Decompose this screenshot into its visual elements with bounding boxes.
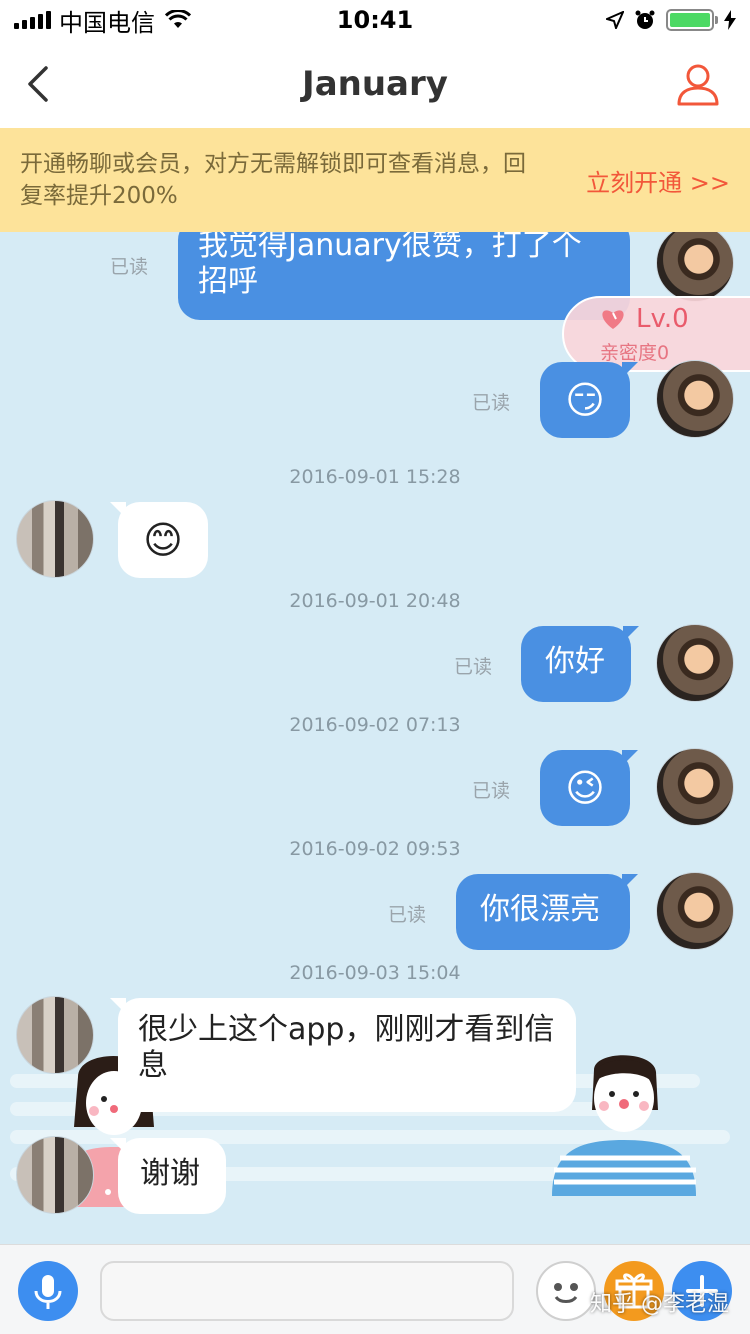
message-bubble-sent[interactable]: 你很漂亮 xyxy=(456,874,630,950)
heart-icon xyxy=(602,310,624,329)
message-bubble-sent[interactable]: 😉 xyxy=(540,750,630,826)
microphone-icon xyxy=(34,1275,62,1309)
contact-avatar[interactable] xyxy=(16,1136,94,1214)
read-receipt: 已读 xyxy=(110,256,149,278)
my-avatar[interactable] xyxy=(656,624,734,702)
message-timestamp: 2016-09-01 15:28 xyxy=(289,466,461,488)
user-profile-icon[interactable] xyxy=(676,62,720,106)
more-options-button[interactable] xyxy=(672,1261,732,1321)
location-arrow-icon xyxy=(606,11,624,29)
promo-banner: 开通畅聊或会员，对方无需解锁即可查看消息，回复率提升200% 立刻开通 >> xyxy=(0,128,750,232)
promo-action-link[interactable]: 立刻开通 >> xyxy=(586,163,730,198)
navigation-bar: January xyxy=(0,40,750,128)
status-bar: 中国电信 10:41 xyxy=(0,0,750,40)
alarm-clock-icon xyxy=(635,10,655,29)
message-timestamp: 2016-09-02 07:13 xyxy=(289,714,461,736)
my-avatar[interactable] xyxy=(656,360,734,438)
message-timestamp: 2016-09-02 09:53 xyxy=(289,838,461,860)
chat-area[interactable]: 已读 我觉得January很赞，打了个招呼 Lv.0 亲密度0 已读 😏 201… xyxy=(0,232,750,1244)
my-avatar[interactable] xyxy=(656,748,734,826)
back-arrow-icon[interactable] xyxy=(20,62,64,106)
chat-input-bar xyxy=(0,1244,750,1334)
voice-input-button[interactable] xyxy=(18,1261,78,1321)
contact-avatar[interactable] xyxy=(16,996,94,1074)
message-text: 你很漂亮 xyxy=(480,892,600,927)
message-timestamp: 2016-09-01 20:48 xyxy=(289,590,461,612)
contact-avatar[interactable] xyxy=(16,500,94,578)
plus-icon xyxy=(686,1275,718,1307)
message-bubble-sent[interactable]: 😏 xyxy=(540,362,630,438)
wifi-icon xyxy=(165,10,191,28)
read-receipt: 已读 xyxy=(472,780,511,802)
message-text: 很少上这个app，刚刚才看到信息 xyxy=(138,1012,555,1083)
message-bubble-sent[interactable]: 我觉得January很赞，打了个招呼 xyxy=(178,232,630,320)
message-input[interactable] xyxy=(100,1261,514,1321)
message-bubble-received[interactable]: 谢谢 xyxy=(118,1138,226,1214)
message-bubble-received[interactable]: 很少上这个app，刚刚才看到信息 xyxy=(118,998,576,1112)
intimacy-level: Lv.0 xyxy=(636,304,689,334)
message-text: 我觉得January很赞，打了个招呼 xyxy=(198,232,582,299)
message-bubble-sent[interactable]: 你好 xyxy=(521,626,631,702)
gift-button[interactable] xyxy=(604,1261,664,1321)
smirk-emoji: 😏 xyxy=(565,378,605,422)
charging-bolt-icon xyxy=(724,10,736,30)
my-avatar[interactable] xyxy=(656,872,734,950)
battery-icon xyxy=(666,9,718,31)
read-receipt: 已读 xyxy=(388,904,427,926)
message-timestamp: 2016-09-03 15:04 xyxy=(289,962,461,984)
wink-emoji: 😉 xyxy=(565,766,605,810)
promo-text: 开通畅聊或会员，对方无需解锁即可查看消息，回复率提升200% xyxy=(20,151,526,209)
intimacy-label: 亲密度0 xyxy=(600,342,670,364)
gift-icon xyxy=(615,1273,653,1309)
page-title: January xyxy=(302,64,448,104)
read-receipt: 已读 xyxy=(472,392,511,414)
message-text: 你好 xyxy=(545,644,605,679)
smile-emoji: 😊 xyxy=(143,518,183,562)
intimacy-badge[interactable]: Lv.0 亲密度0 xyxy=(562,296,750,372)
signal-strength-icon xyxy=(14,11,51,29)
emoji-face-icon xyxy=(554,1283,578,1303)
message-text: 谢谢 xyxy=(140,1156,200,1191)
read-receipt: 已读 xyxy=(454,656,493,678)
message-bubble-received[interactable]: 😊 xyxy=(118,502,208,578)
carrier-name: 中国电信 xyxy=(59,8,155,37)
emoji-picker-button[interactable] xyxy=(536,1261,596,1321)
my-avatar[interactable] xyxy=(656,232,734,302)
